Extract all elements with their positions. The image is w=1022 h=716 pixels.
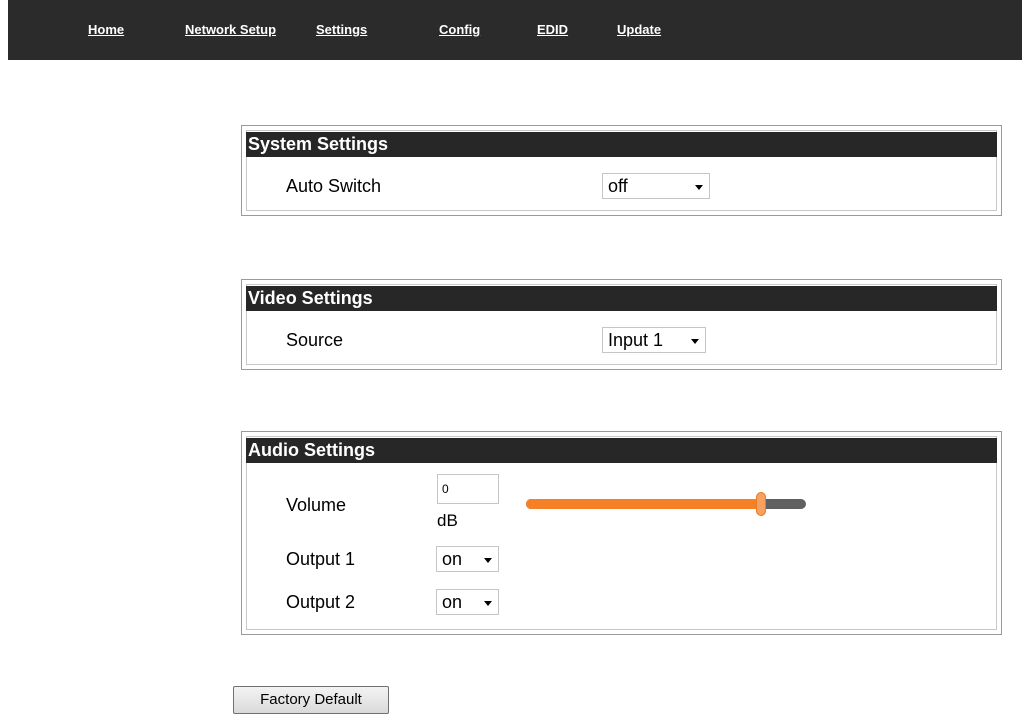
nav-config-link[interactable]: Config <box>439 22 480 37</box>
source-value: Input 1 <box>608 330 664 350</box>
output1-select[interactable]: on <box>436 546 499 572</box>
output1-value: on <box>442 549 463 569</box>
top-navbar: Home Network Setup Settings Config EDID … <box>8 0 1022 60</box>
nav-settings-link[interactable]: Settings <box>316 22 367 37</box>
output2-select[interactable]: on <box>436 589 499 615</box>
output2-label: Output 2 <box>286 592 356 612</box>
video-settings-panel: Video Settings Source Input 1 <box>241 279 1002 370</box>
panel-border <box>246 436 997 630</box>
system-settings-title: System Settings <box>246 132 997 157</box>
nav-network-setup-link[interactable]: Network Setup <box>185 22 276 37</box>
auto-switch-value: off <box>608 176 628 196</box>
chevron-down-icon <box>691 339 699 344</box>
audio-settings-panel: Audio Settings Volume dB Output 1 on Out… <box>241 431 1002 635</box>
chevron-down-icon <box>484 601 492 606</box>
source-label: Source <box>286 330 344 350</box>
factory-default-button[interactable]: Factory Default <box>233 686 389 714</box>
nav-update-link[interactable]: Update <box>617 22 661 37</box>
volume-slider-handle[interactable] <box>756 492 766 516</box>
auto-switch-select[interactable]: off <box>602 173 710 199</box>
volume-input[interactable] <box>437 474 499 504</box>
volume-slider-fill <box>526 499 761 509</box>
auto-switch-label: Auto Switch <box>286 176 382 196</box>
chevron-down-icon <box>484 558 492 563</box>
audio-settings-title: Audio Settings <box>246 438 997 463</box>
chevron-down-icon <box>695 185 703 190</box>
volume-label: Volume <box>286 495 347 515</box>
output2-value: on <box>442 592 463 612</box>
volume-unit: dB <box>437 511 458 530</box>
source-select[interactable]: Input 1 <box>602 327 706 353</box>
nav-home-link[interactable]: Home <box>88 22 124 37</box>
system-settings-panel: System Settings Auto Switch off <box>241 125 1002 216</box>
video-settings-title: Video Settings <box>246 286 997 311</box>
nav-edid-link[interactable]: EDID <box>537 22 568 37</box>
output1-label: Output 1 <box>286 549 356 569</box>
volume-slider[interactable] <box>526 492 806 516</box>
